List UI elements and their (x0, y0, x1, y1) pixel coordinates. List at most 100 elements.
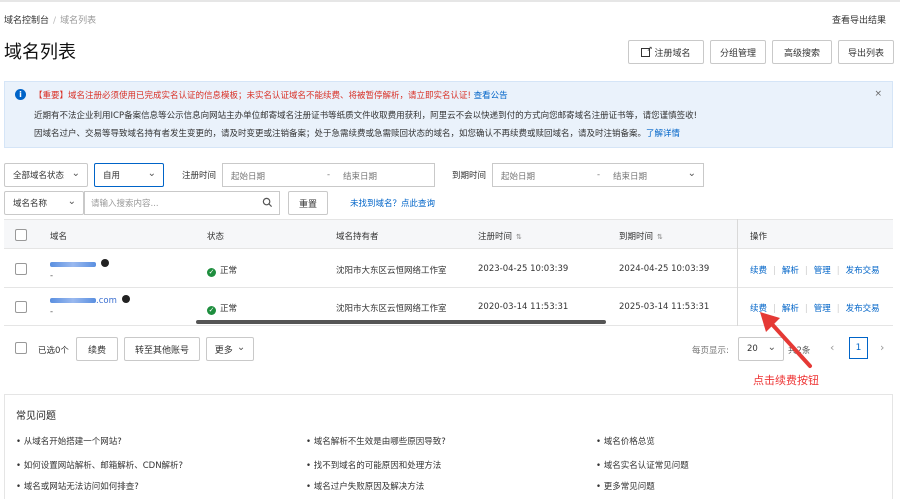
faq-link[interactable]: • 如何设置网站解析、邮箱解析、CDN解析? (16, 459, 183, 471)
sort-icon[interactable]: ⇅ (657, 233, 663, 241)
faq-link[interactable]: • 更多常见问题 (596, 480, 655, 492)
more-actions-button[interactable]: 更多 ⌄ (206, 337, 254, 361)
domain-note: - (50, 307, 54, 317)
external-link-icon: ↗ (641, 45, 652, 57)
domain-suffix: .com (96, 296, 117, 306)
notice-important-text: 【重要】域名注册必须使用已完成实名认证的信息模板；未实名认证域名不能续费、将被暂… (34, 91, 471, 101)
breadcrumb-domain-console[interactable]: 域名控制台 (4, 16, 49, 26)
notice-banner: i 【重要】域名注册必须使用已完成实名认证的信息模板；未实名认证域名不能续费、将… (4, 81, 893, 148)
page-size-label: 每页显示: (692, 346, 729, 356)
table-header: 域名 状态 域名持有者 注册时间 ⇅ 到期时间 ⇅ 操作 (4, 219, 893, 249)
breadcrumb-current: 域名列表 (60, 16, 97, 26)
prev-page-icon[interactable]: ‹ (830, 341, 834, 354)
transfer-account-button[interactable]: 转至其他账号 (124, 337, 200, 361)
status-text: 正常 (220, 266, 238, 276)
export-list-label: 导出列表 (847, 48, 884, 59)
divider: | (836, 266, 840, 276)
domain-status-select[interactable]: 全部域名状态 ⌄ (4, 163, 88, 187)
select-all-checkbox[interactable] (15, 229, 27, 241)
horizontal-scrollbar[interactable] (196, 320, 606, 324)
page-size-value: 20 (747, 344, 758, 354)
more-label: 更多 (214, 345, 233, 356)
col-status: 状态 (207, 232, 225, 242)
domain-name[interactable]: .com (50, 295, 130, 306)
domain-type-select[interactable]: 自用 ⌄ (94, 163, 164, 187)
table-row: - ✓ 正常 沈阳市大东区云恒网络工作室 2023-04-25 10:03:39 … (4, 250, 893, 288)
bulk-select-checkbox[interactable] (15, 342, 27, 354)
advanced-search-button[interactable]: 高级搜索 (772, 40, 832, 64)
globe-icon (101, 259, 109, 267)
chevron-down-icon: ⌄ (147, 168, 156, 179)
row-checkbox[interactable] (15, 263, 27, 275)
export-list-button[interactable]: 导出列表 (838, 40, 894, 64)
domain-type-value: 自用 (103, 171, 121, 181)
publish-trade-link[interactable]: 发布交易 (846, 266, 880, 276)
dns-link[interactable]: 解析 (782, 266, 799, 276)
register-domain-label: 注册域名 (654, 48, 691, 59)
notice-learn-more-link[interactable]: 了解详情 (646, 129, 680, 139)
col-holder: 域名持有者 (336, 232, 379, 242)
transfer-account-label: 转至其他账号 (134, 345, 189, 356)
search-placeholder: 请输入搜索内容... (91, 199, 159, 209)
advanced-search-label: 高级搜索 (783, 48, 820, 59)
chevron-down-icon: ⌄ (687, 168, 696, 179)
not-found-query-link[interactable]: 未找到域名？点此查询 (350, 197, 435, 209)
group-manage-label: 分组管理 (719, 48, 756, 59)
bulk-renew-button[interactable]: 续费 (76, 337, 118, 361)
globe-icon (121, 295, 130, 303)
reg-time-label: 注册时间 (182, 171, 217, 181)
selected-count: 已选0个 (38, 346, 69, 356)
register-domain-button[interactable]: ↗ 注册域名 (628, 40, 704, 64)
group-manage-button[interactable]: 分组管理 (710, 40, 766, 64)
search-field-select[interactable]: 域名名称 ⌄ (4, 191, 84, 215)
status-text: 正常 (220, 304, 238, 314)
search-icon[interactable] (262, 197, 273, 208)
close-icon[interactable]: × (874, 89, 882, 99)
search-input[interactable]: 请输入搜索内容... (84, 191, 280, 215)
faq-link[interactable]: • 域名实名认证常见问题 (596, 459, 689, 471)
reset-label: 重置 (298, 199, 317, 210)
renew-link[interactable]: 续费 (750, 266, 767, 276)
page-title: 域名列表 (4, 42, 76, 63)
redacted-domain (50, 262, 96, 267)
reg-date-range-picker[interactable]: 起始日期 - 结束日期 (222, 163, 435, 187)
bulk-renew-label: 续费 (87, 345, 106, 356)
col-reg-time[interactable]: 注册时间 ⇅ (478, 230, 522, 242)
export-result-link[interactable]: 查看导出结果 (832, 13, 886, 26)
divider: | (773, 266, 776, 276)
range-dash: - (327, 170, 331, 180)
faq-link[interactable]: • 域名解析不生效是由哪些原因导致? (306, 435, 446, 447)
exp-end-date: 结束日期 (613, 172, 648, 182)
check-circle-icon: ✓ (207, 268, 216, 277)
annotation-text: 点击续费按钮 (753, 374, 819, 387)
faq-link[interactable]: • 域名过户失败原因及解决方法 (306, 480, 424, 492)
reset-button[interactable]: 重置 (288, 191, 328, 215)
exp-date-range-picker[interactable]: 起始日期 - 结束日期 ⌄ (492, 163, 704, 187)
divider: | (836, 304, 840, 314)
col-ops: 操作 (750, 232, 768, 242)
col-exp-time[interactable]: 到期时间 ⇅ (619, 230, 663, 242)
reg-end-date: 结束日期 (343, 172, 378, 182)
faq-link[interactable]: • 域名或网站无法访问如何排查? (16, 480, 139, 492)
chevron-down-icon: ⌄ (71, 168, 80, 179)
page-1-button[interactable]: 1 (849, 337, 868, 359)
sort-icon[interactable]: ⇅ (516, 233, 522, 241)
domain-name[interactable] (50, 259, 109, 270)
faq-link[interactable]: • 找不到域名的可能原因和处理方法 (306, 459, 441, 471)
next-page-icon[interactable]: › (880, 341, 884, 354)
breadcrumb: 域名控制台 / 域名列表 (4, 13, 96, 26)
reg-time-cell: 2020-03-14 11:53:31 (478, 302, 569, 312)
row-checkbox[interactable] (15, 301, 27, 313)
manage-link[interactable]: 管理 (814, 266, 831, 276)
status-cell: ✓ 正常 (207, 264, 237, 277)
publish-trade-link[interactable]: 发布交易 (846, 304, 880, 314)
check-circle-icon: ✓ (207, 306, 216, 315)
faq-link[interactable]: • 域名价格总览 (596, 435, 655, 447)
faq-link[interactable]: • 从域名开始搭建一个网站? (16, 435, 122, 447)
notice-line-3: 因域名过户、交易等导致域名持有者发生变更的，请及时变更或注销备案；处于急需续费或… (34, 127, 680, 139)
domain-status-value: 全部域名状态 (13, 171, 65, 181)
ops-column-divider (737, 219, 738, 326)
exp-time-cell: 2024-04-25 10:03:39 (619, 264, 710, 274)
notice-announcement-link[interactable]: 查看公告 (474, 91, 508, 101)
exp-time-label: 到期时间 (452, 171, 487, 181)
